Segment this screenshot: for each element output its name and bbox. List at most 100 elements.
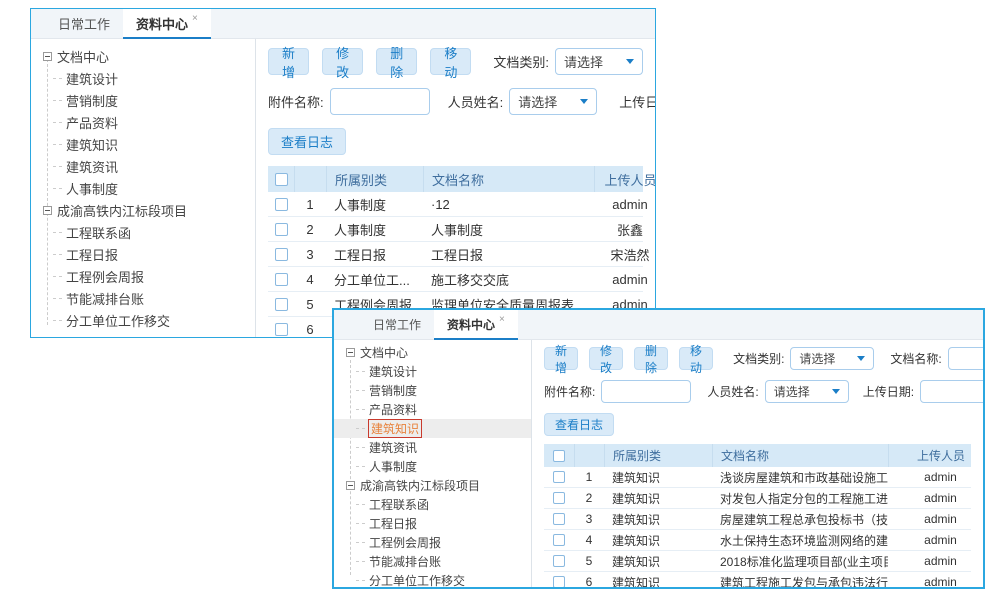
- move-button[interactable]: 移动: [430, 48, 471, 75]
- table-row[interactable]: 6 建筑知识 建筑工程施工发包与承包违法行为认... admin: [544, 572, 971, 587]
- tree-item-label: 分工单位工作移交: [66, 311, 170, 330]
- row-checkbox[interactable]: [553, 576, 565, 587]
- attachment-name-input[interactable]: [601, 380, 691, 403]
- collapse-icon[interactable]: [346, 348, 355, 357]
- add-button[interactable]: 新增: [268, 48, 309, 75]
- tree-item[interactable]: 营销制度: [31, 89, 255, 111]
- tree-item[interactable]: 人事制度: [31, 177, 255, 199]
- row-number: 6: [294, 317, 326, 337]
- row-checkbox[interactable]: [553, 555, 565, 567]
- person-name-select[interactable]: 请选择: [765, 380, 849, 403]
- tab-data-center[interactable]: 资料中心 ×: [434, 310, 518, 340]
- col-number-header: [574, 444, 604, 467]
- tree-item-label: 工程联系函: [66, 223, 131, 242]
- delete-button[interactable]: 删除: [376, 48, 417, 75]
- row-checkbox[interactable]: [553, 492, 565, 504]
- attachment-name-input[interactable]: [330, 88, 430, 115]
- tree-item[interactable]: 产品资料: [31, 111, 255, 133]
- tab-bar: 日常工作 资料中心 ×: [334, 310, 983, 340]
- tab-data-center[interactable]: 资料中心 ×: [123, 9, 211, 39]
- tab-daily-work[interactable]: 日常工作: [360, 310, 434, 340]
- table-row[interactable]: 2 人事制度 人事制度 张鑫: [268, 217, 643, 242]
- select-all-checkbox[interactable]: [275, 173, 288, 186]
- window-data-center-back: 日常工作 资料中心 × 文档中心 建筑设计: [30, 8, 656, 338]
- tree-item[interactable]: 分工单位工作移交: [334, 571, 531, 587]
- table-row[interactable]: 4 建筑知识 水土保持生态环境监测网络的建设与... admin: [544, 530, 971, 551]
- row-number: 1: [294, 192, 326, 216]
- tree-item[interactable]: 工程联系函: [31, 221, 255, 243]
- tree-item[interactable]: 建筑资讯: [31, 155, 255, 177]
- row-checkbox[interactable]: [275, 223, 288, 236]
- row-category: 工程日报: [326, 242, 423, 266]
- tree-item[interactable]: 节能减排台账: [31, 287, 255, 309]
- table-row[interactable]: 4 分工单位工... 施工移交交底 admin: [268, 267, 643, 292]
- table-row[interactable]: 1 建筑知识 浅谈房屋建筑和市政基础设施工程施... admin: [544, 467, 971, 488]
- collapse-icon[interactable]: [43, 52, 52, 61]
- row-checkbox[interactable]: [275, 248, 288, 261]
- row-number: 6: [574, 572, 604, 587]
- tree-item[interactable]: 建筑设计: [334, 362, 531, 381]
- doc-category-label: 文档类别:: [493, 52, 549, 71]
- table-row[interactable]: 3 工程日报 工程日报 宋浩然: [268, 242, 643, 267]
- tree-item[interactable]: 产品资料: [334, 400, 531, 419]
- tree-item[interactable]: 分工单位工作移交: [31, 309, 255, 331]
- close-tab-icon[interactable]: ×: [499, 314, 505, 325]
- row-checkbox[interactable]: [553, 534, 565, 546]
- row-number: 4: [294, 267, 326, 291]
- tree-item[interactable]: 工程日报: [31, 243, 255, 265]
- row-uploader: admin: [888, 530, 983, 550]
- tree-item[interactable]: 人事制度: [334, 457, 531, 476]
- table-row[interactable]: 2 建筑知识 对发包人指定分包的工程施工进度安... admin: [544, 488, 971, 509]
- row-checkbox[interactable]: [275, 198, 288, 211]
- collapse-icon[interactable]: [346, 481, 355, 490]
- row-checkbox[interactable]: [553, 471, 565, 483]
- tree-item[interactable]: 建筑资讯: [334, 438, 531, 457]
- tree-item[interactable]: 文档中心: [31, 45, 255, 67]
- tree-item[interactable]: 成渝高铁内江标段项目: [334, 476, 531, 495]
- select-all-checkbox[interactable]: [553, 450, 565, 462]
- doc-category-select[interactable]: 请选择: [555, 48, 643, 75]
- tree-item[interactable]: 营销制度: [334, 381, 531, 400]
- delete-button[interactable]: 删除: [634, 347, 668, 370]
- row-checkbox[interactable]: [553, 513, 565, 525]
- view-log-button[interactable]: 查看日志: [268, 128, 346, 155]
- col-category-header: 所属别类: [604, 444, 712, 467]
- tree-item-label: 工程日报: [66, 245, 118, 264]
- tree-item[interactable]: 建筑知识: [31, 133, 255, 155]
- tree-item[interactable]: 工程日报: [334, 514, 531, 533]
- doc-category-select[interactable]: 请选择: [790, 347, 874, 370]
- table-row[interactable]: 3 建筑知识 房屋建筑工程总承包投标书（技术标... admin: [544, 509, 971, 530]
- close-tab-icon[interactable]: ×: [192, 13, 198, 24]
- edit-button[interactable]: 修改: [322, 48, 363, 75]
- doc-name-input[interactable]: [948, 347, 983, 370]
- tree-item-label: 建筑设计: [369, 363, 417, 380]
- tree-item[interactable]: 成渝高铁内江标段项目: [31, 199, 255, 221]
- row-doc-name: 对发包人指定分包的工程施工进度安...: [712, 488, 888, 508]
- tree-item-label: 营销制度: [66, 91, 118, 110]
- view-log-button[interactable]: 查看日志: [544, 413, 614, 436]
- row-checkbox[interactable]: [275, 323, 288, 336]
- tree-item[interactable]: 工程联系函: [334, 495, 531, 514]
- upload-date-label: 上传日: [619, 92, 655, 111]
- tree-item[interactable]: 建筑设计: [31, 67, 255, 89]
- tree-item[interactable]: 文档中心: [334, 343, 531, 362]
- add-button[interactable]: 新增: [544, 347, 578, 370]
- tree-item[interactable]: 节能减排台账: [334, 552, 531, 571]
- tree-item[interactable]: 建筑知识: [334, 419, 531, 438]
- row-doc-name: 2018标准化监理项目部(业主项目部)...: [712, 551, 888, 571]
- upload-date-input[interactable]: [920, 380, 983, 403]
- row-uploader: admin: [888, 467, 983, 487]
- tree-item[interactable]: 工程例会周报: [334, 533, 531, 552]
- row-checkbox[interactable]: [275, 273, 288, 286]
- tree-item[interactable]: 工程例会周报: [31, 265, 255, 287]
- edit-button[interactable]: 修改: [589, 347, 623, 370]
- table-row[interactable]: 1 人事制度 ·12 admin: [268, 192, 643, 217]
- tab-daily-work[interactable]: 日常工作: [45, 9, 123, 39]
- table-row[interactable]: 5 建筑知识 2018标准化监理项目部(业主项目部)... admin: [544, 551, 971, 572]
- row-uploader: admin: [888, 572, 983, 587]
- move-button[interactable]: 移动: [679, 347, 713, 370]
- collapse-icon[interactable]: [43, 206, 52, 215]
- tree-item-label: 节能减排台账: [369, 553, 441, 570]
- row-checkbox[interactable]: [275, 298, 288, 311]
- person-name-select[interactable]: 请选择: [509, 88, 597, 115]
